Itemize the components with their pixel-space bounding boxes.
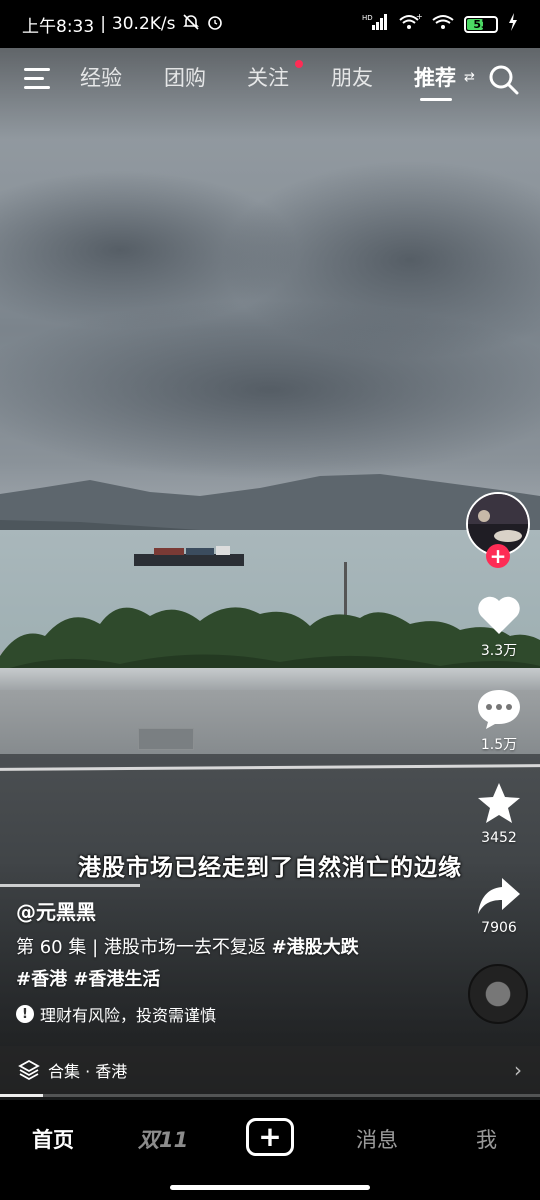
comment-bubble-icon <box>478 690 520 729</box>
nav-me[interactable]: 我 <box>476 1124 497 1154</box>
risk-notice: ! 理财有风险，投资需谨慎 <box>16 1002 216 1026</box>
description-text: 第 60 集 | 港股市场一去不复返 <box>16 937 272 958</box>
tab-experience[interactable]: 经验 <box>80 62 122 92</box>
share-arrow-icon <box>478 878 520 914</box>
alarm-clock-icon <box>206 13 224 36</box>
hashtag[interactable]: #香港 #香港生活 <box>16 969 160 990</box>
status-time: 上午8:33 <box>22 16 95 37</box>
share-button[interactable]: 7906 <box>470 876 528 936</box>
network-speed: 30.2K/s <box>111 14 176 34</box>
hashtag[interactable]: #港股大跌 <box>272 937 359 958</box>
barrier-slot <box>138 728 194 750</box>
author-name[interactable]: @元黑黑 <box>16 896 96 925</box>
tab-group-buy[interactable]: 团购 <box>164 62 206 92</box>
create-button[interactable]: + <box>246 1118 294 1156</box>
video-progress-fill <box>0 1094 44 1097</box>
share-count: 7906 <box>481 920 517 936</box>
wifi-plus-icon: + <box>398 12 423 36</box>
concrete-barrier <box>0 690 540 754</box>
status-bar: 上午8:33 | 30.2K/s HD + 53 <box>0 0 540 48</box>
favorite-button[interactable]: 3452 <box>470 782 528 846</box>
favorite-count: 3452 <box>481 830 517 846</box>
tab-friends[interactable]: 朋友 <box>331 62 373 92</box>
info-icon: ! <box>16 1005 34 1023</box>
collection-bar[interactable]: 合集 · 香港 › <box>0 1046 540 1094</box>
heart-icon <box>478 596 520 634</box>
signal-icon: HD <box>362 13 388 36</box>
active-tab-indicator <box>420 98 452 101</box>
nav-double11[interactable]: 双11 <box>138 1124 188 1154</box>
video-subtitle: 港股市场已经走到了自然消亡的边缘 <box>78 855 462 881</box>
status-divider: | <box>100 14 106 34</box>
video-progress-bar[interactable] <box>0 1094 540 1097</box>
like-button[interactable]: 3.3万 <box>470 594 528 660</box>
video-description: 第 60 集 | 港股市场一去不复返 #港股大跌 #香港 #香港生活 <box>16 932 456 996</box>
battery-level: 53 <box>473 17 489 31</box>
follow-button[interactable]: + <box>486 544 510 568</box>
star-icon <box>478 783 520 823</box>
collection-label: 合集 · 香港 <box>48 1062 128 1081</box>
swap-arrows-icon[interactable]: ⇄ <box>464 70 475 85</box>
dnd-bell-icon <box>182 13 200 36</box>
svg-text:HD: HD <box>362 14 373 22</box>
battery-icon: 53 <box>464 15 498 33</box>
comment-count: 1.5万 <box>480 737 518 753</box>
chevron-right-icon: › <box>514 1058 522 1082</box>
search-icon[interactable] <box>488 64 520 96</box>
svg-text:+: + <box>416 13 422 21</box>
tab-recommend[interactable]: 推荐 <box>414 62 456 92</box>
risk-notice-text: 理财有风险，投资需谨慎 <box>40 1006 217 1025</box>
tab-following[interactable]: 关注 <box>247 62 289 92</box>
layers-icon <box>18 1059 40 1081</box>
comment-button[interactable]: 1.5万 <box>470 688 528 754</box>
charging-bolt-icon <box>508 12 518 36</box>
home-indicator <box>170 1185 370 1190</box>
railing <box>0 668 540 690</box>
music-disc-icon[interactable] <box>468 964 528 1024</box>
menu-icon[interactable] <box>24 68 52 90</box>
nav-home[interactable]: 首页 <box>32 1124 74 1154</box>
container-ship <box>134 546 244 566</box>
wifi-icon <box>432 13 454 36</box>
like-count: 3.3万 <box>480 643 518 659</box>
nav-messages[interactable]: 消息 <box>356 1124 398 1154</box>
notification-dot <box>295 60 303 68</box>
top-nav: 经验 团购 关注 朋友 推荐 ⇄ <box>0 56 540 104</box>
cloud <box>0 300 540 480</box>
